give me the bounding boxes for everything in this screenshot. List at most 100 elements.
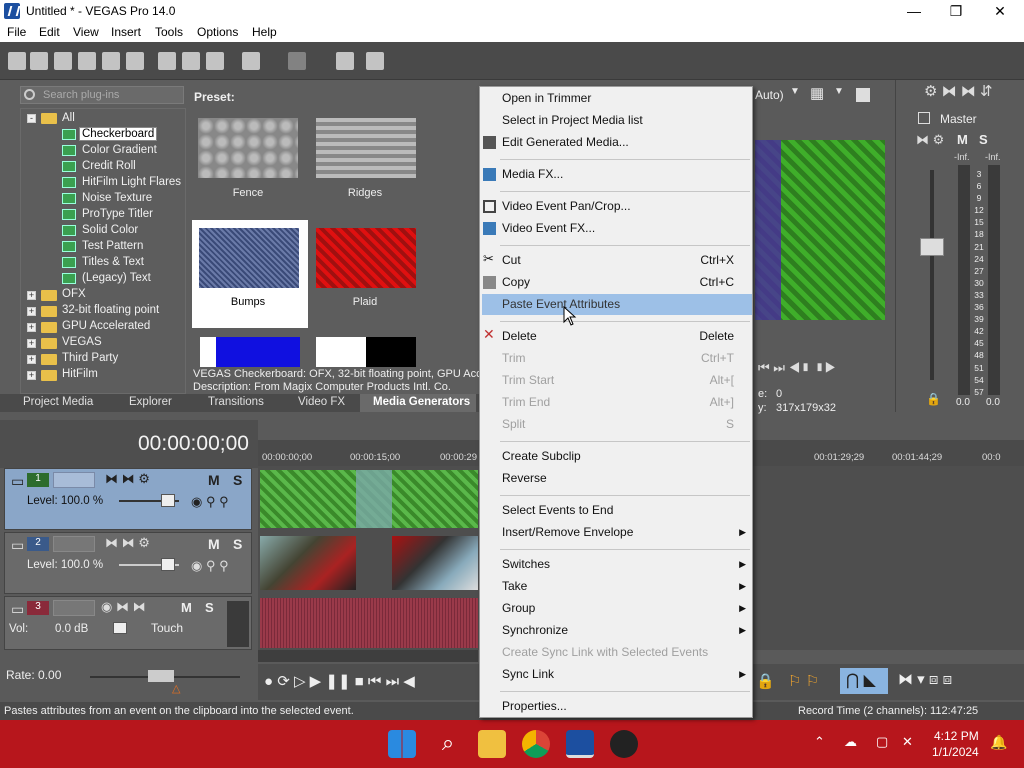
expand-icon[interactable]: +	[27, 307, 36, 316]
menu-create-subclip[interactable]: Create Subclip	[502, 449, 581, 463]
menu-trim[interactable]: Trim	[502, 351, 526, 365]
track-2-mute[interactable]: M	[208, 536, 220, 552]
master-mute-button[interactable]: M	[957, 132, 968, 147]
timeline-scrollbar[interactable]	[258, 650, 478, 662]
collapse-track-icon[interactable]: ▭	[11, 537, 24, 554]
menu-help[interactable]: Help	[252, 25, 277, 39]
close-button[interactable]: ✕	[978, 0, 1022, 22]
copy-icon[interactable]	[182, 52, 200, 70]
track-3-mute[interactable]: M	[181, 600, 192, 615]
new-file-icon[interactable]	[8, 52, 26, 70]
track-3-vol-handle[interactable]	[113, 622, 127, 634]
preset-bumps-thumb[interactable]	[199, 228, 299, 288]
minimize-button[interactable]: —	[892, 0, 936, 22]
collapse-track-icon[interactable]: ▭	[11, 601, 24, 618]
tree-item-hitfilm[interactable]: HitFilm	[62, 368, 98, 380]
menu-open-in-trimmer[interactable]: Open in Trimmer	[502, 91, 591, 105]
menu-copy[interactable]: Copy	[502, 275, 530, 289]
properties-gear-icon[interactable]	[126, 52, 144, 70]
event-audio-waveform[interactable]	[260, 598, 478, 648]
menu-paste-event-attributes[interactable]: Paste Event Attributes	[502, 297, 620, 311]
tree-item-protype-titler[interactable]: ProType Titler	[82, 208, 153, 220]
track-1-solo[interactable]: S	[233, 472, 242, 488]
chevron-up-icon[interactable]: ⌃	[814, 734, 825, 750]
track-3-fx-icons[interactable]: ◉ ⧓ ⧓	[101, 599, 146, 615]
menu-switches[interactable]: Switches	[502, 557, 550, 571]
track-1-header[interactable]: ▭ 1 ⧓ ⧓ ⚙ M S Level: 100.0 % ◉ ⚲ ⚲	[4, 468, 252, 530]
track-1-compositing-icons[interactable]: ◉ ⚲ ⚲	[191, 494, 229, 510]
track-2-level-handle[interactable]	[161, 558, 175, 571]
tree-item-32bit[interactable]: 32-bit floating point	[62, 304, 159, 316]
track-2-name-input[interactable]	[53, 536, 95, 552]
preset-plaid-thumb[interactable]	[316, 228, 416, 288]
menu-trim-end[interactable]: Trim End	[502, 395, 550, 409]
penguin-app-icon[interactable]	[610, 730, 638, 758]
menu-select-events-to-end[interactable]: Select Events to End	[502, 503, 613, 517]
ripple-icons[interactable]: ⧓ ▾ ⧈ ⧈	[898, 670, 952, 688]
save-icon[interactable]	[54, 52, 72, 70]
vegas-taskbar-icon[interactable]	[566, 730, 594, 758]
menu-select-in-project-media[interactable]: Select in Project Media list	[502, 113, 643, 127]
start-windows-icon[interactable]	[388, 730, 416, 758]
tree-item-legacy-text[interactable]: (Legacy) Text	[82, 272, 151, 284]
file-explorer-icon[interactable]	[478, 730, 506, 758]
chevron-down-icon[interactable]: ▼	[834, 86, 844, 97]
event-crossfade[interactable]	[356, 470, 392, 528]
expand-icon[interactable]: +	[27, 323, 36, 332]
grid-overlay-icon[interactable]: ▦	[810, 84, 824, 102]
master-fader-handle[interactable]	[920, 238, 944, 256]
menu-synchronize[interactable]: Synchronize	[502, 623, 568, 637]
menu-video-event-fx[interactable]: Video Event FX...	[502, 221, 595, 235]
tree-item-titles-text[interactable]: Titles & Text	[82, 256, 144, 268]
track-2-header[interactable]: ▭ 2 ⧓ ⧓ ⚙ M S Level: 100.0 % ◉ ⚲ ⚲	[4, 532, 252, 594]
search-plugins-input[interactable]: Search plug-ins	[20, 86, 184, 104]
tree-item-all[interactable]: All	[62, 112, 75, 124]
track-3-solo[interactable]: S	[205, 600, 214, 615]
expand-icon[interactable]: +	[27, 291, 36, 300]
tab-media-generators[interactable]: Media Generators	[360, 394, 477, 412]
menu-delete[interactable]: Delete	[502, 329, 537, 343]
help-question-icon[interactable]	[366, 52, 384, 70]
menu-trim-start[interactable]: Trim Start	[502, 373, 554, 387]
menu-video-event-pan-crop[interactable]: Video Event Pan/Crop...	[502, 199, 631, 213]
menu-media-fx[interactable]: Media FX...	[502, 167, 563, 181]
preset-ridges-thumb[interactable]	[316, 118, 416, 178]
menu-create-sync-link[interactable]: Create Sync Link with Selected Events	[502, 645, 708, 659]
copy-snapshot-icon[interactable]	[856, 88, 870, 102]
tree-item-credit-roll[interactable]: Credit Roll	[82, 160, 136, 172]
menu-reverse[interactable]: Reverse	[502, 471, 547, 485]
menu-file[interactable]: File	[7, 25, 26, 39]
master-solo-button[interactable]: S	[979, 132, 988, 147]
track-1-name-input[interactable]	[53, 472, 95, 488]
transport-icons[interactable]: ● ⟳ ▷ ▶ ❚❚ ■ ⏮ ⏭ ◀	[264, 672, 415, 690]
lock-icon[interactable]: 🔒	[926, 392, 941, 406]
master-checkbox[interactable]	[918, 112, 930, 124]
event-video-clip-1[interactable]	[260, 536, 356, 590]
volume-muted-icon[interactable]: ✕	[902, 734, 913, 750]
chrome-icon[interactable]	[522, 730, 550, 758]
track-3-header[interactable]: ▭ 3 ◉ ⧓ ⧓ M S Vol: 0.0 dB Touch	[4, 596, 252, 650]
taskbar-date[interactable]: 1/1/2024	[932, 745, 979, 759]
track-2-fx-icons[interactable]: ⧓ ⧓ ⚙	[105, 535, 150, 551]
master-fx-icons[interactable]: ⧓ ⚙	[916, 132, 944, 148]
preset-fence-thumb[interactable]	[198, 118, 298, 178]
tree-item-checkerboard[interactable]: Checkerboard	[78, 127, 158, 141]
menu-edit-generated-media[interactable]: Edit Generated Media...	[502, 135, 629, 149]
menu-cut[interactable]: Cut	[502, 253, 521, 267]
undo-icon[interactable]	[242, 52, 260, 70]
menu-tools[interactable]: Tools	[155, 25, 183, 39]
chevron-down-icon[interactable]: ▼	[790, 86, 800, 97]
tree-item-ofx[interactable]: OFX	[62, 288, 86, 300]
taskbar-time[interactable]: 4:12 PM	[934, 729, 979, 743]
rate-slider-handle[interactable]	[148, 670, 174, 682]
collapse-track-icon[interactable]: ▭	[11, 473, 24, 490]
tab-project-media[interactable]: Project Media	[23, 396, 93, 408]
tree-item-hitfilm-light-flares[interactable]: HitFilm Light Flares	[82, 176, 181, 188]
tab-explorer[interactable]: Explorer	[129, 396, 172, 408]
track-1-level-handle[interactable]	[161, 494, 175, 507]
tree-item-test-pattern[interactable]: Test Pattern	[82, 240, 143, 252]
search-icon[interactable]: ⌕	[434, 730, 462, 758]
network-icon[interactable]: ☁	[844, 734, 857, 750]
tree-item-vegas[interactable]: VEGAS	[62, 336, 102, 348]
menu-sync-link[interactable]: Sync Link	[502, 667, 554, 681]
